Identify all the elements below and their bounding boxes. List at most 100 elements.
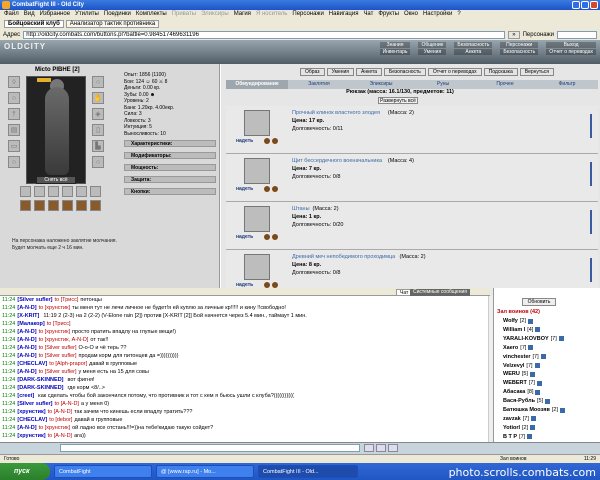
- chat-author[interactable]: [A-N-D]: [17, 344, 36, 352]
- inventory-tab[interactable]: Фильтр: [536, 80, 598, 89]
- menu-item[interactable]: Чат: [363, 10, 373, 19]
- ring2-slot[interactable]: ○: [92, 156, 104, 168]
- armor-slot[interactable]: ▤: [8, 124, 20, 136]
- chat-author[interactable]: [CHECLAV]: [17, 416, 47, 424]
- smiley-icon[interactable]: [376, 444, 386, 452]
- chat-author[interactable]: [DARK-SKINNED]: [17, 376, 63, 384]
- menu-item[interactable]: Поединки: [104, 10, 131, 19]
- chat-author[interactable]: [Silver sufler]: [17, 296, 52, 304]
- user-info-icon[interactable]: [540, 354, 546, 360]
- user-name[interactable]: Вася-Рубль: [503, 397, 535, 405]
- chat-author[interactable]: [DARK-SKINNED]: [17, 384, 63, 392]
- item-name[interactable]: Древний меч непобедимого проходимца: [292, 254, 395, 260]
- scroll-arrow-icon[interactable]: [590, 114, 592, 138]
- user-info-icon[interactable]: [527, 434, 533, 440]
- belt-item-slot[interactable]: [90, 200, 101, 211]
- gloves-slot[interactable]: ✋: [92, 92, 104, 104]
- necklace-slot[interactable]: ○: [8, 92, 20, 104]
- inventory-tab[interactable]: Обмундирование: [226, 80, 288, 89]
- user-info-icon[interactable]: [560, 407, 566, 413]
- user-list-item[interactable]: Xaero [7]: [503, 344, 534, 352]
- user-info-icon[interactable]: [535, 327, 541, 333]
- drop-icon[interactable]: [264, 186, 270, 192]
- user-name[interactable]: Xaero: [503, 344, 518, 352]
- user-name[interactable]: William I: [503, 326, 525, 334]
- top-nav-item[interactable]: Анкета: [454, 49, 493, 55]
- top-nav-item[interactable]: Знания: [379, 42, 411, 48]
- user-list-item[interactable]: B T P [7]: [503, 433, 533, 441]
- browser-tab-club[interactable]: Бойцовский клуб: [4, 20, 64, 28]
- rune-slot[interactable]: [34, 186, 45, 197]
- wear-link[interactable]: надеть: [236, 186, 253, 192]
- user-list-item[interactable]: vinchester [7]: [503, 353, 546, 361]
- wear-link[interactable]: надеть: [236, 234, 253, 240]
- menu-item[interactable]: Вид: [24, 10, 35, 19]
- panel-button[interactable]: Безопасность: [383, 68, 426, 76]
- minimize-button[interactable]: [572, 1, 580, 9]
- start-button[interactable]: пуск: [0, 463, 50, 480]
- user-list-item[interactable]: Velzevyl [7]: [503, 362, 540, 370]
- go-button[interactable]: »: [508, 30, 520, 39]
- chat-author[interactable]: [A-N-D]: [17, 304, 36, 312]
- top-nav-item[interactable]: Выход: [546, 42, 596, 48]
- menu-item[interactable]: Фрукты: [378, 10, 399, 19]
- inventory-tab[interactable]: Руны: [412, 80, 474, 89]
- belt-item-slot[interactable]: [76, 200, 87, 211]
- rune-slot[interactable]: [90, 186, 101, 197]
- chat-author[interactable]: [X-KRIT]: [17, 312, 39, 320]
- user-list-item[interactable]: WEBERT [7]: [503, 379, 542, 387]
- drop-icon[interactable]: [264, 234, 270, 240]
- user-list-item[interactable]: Yotiorl [2]: [503, 424, 536, 432]
- panel-button[interactable]: Отчет о переводах: [427, 68, 482, 76]
- belt-item-slot[interactable]: [48, 200, 59, 211]
- user-info-icon[interactable]: [535, 389, 541, 395]
- menu-item[interactable]: Настройки: [423, 10, 452, 19]
- menu-item[interactable]: Навигация: [329, 10, 359, 19]
- clear-icon[interactable]: [388, 444, 398, 452]
- item-image[interactable]: [244, 206, 270, 232]
- chat-recipient[interactable]: to [A-N-D]: [48, 408, 72, 416]
- user-list-item[interactable]: Батюшка Моозяв [2]: [503, 406, 566, 414]
- belt-item-slot[interactable]: [34, 200, 45, 211]
- chat-author[interactable]: [хрунстик]: [17, 432, 45, 440]
- panel-button[interactable]: Образ: [300, 68, 325, 76]
- menu-item[interactable]: Файл: [4, 10, 19, 19]
- top-nav-item[interactable]: Отчет о переводах: [546, 49, 596, 55]
- user-name[interactable]: zavzak: [503, 415, 521, 423]
- user-list-item[interactable]: Вася-Рубль [5]: [503, 397, 551, 405]
- ring-slot[interactable]: ○: [8, 156, 20, 168]
- chat-recipient[interactable]: to [Silver sufler]: [39, 344, 77, 352]
- chat-recipient[interactable]: to [хрунстик]: [39, 328, 70, 336]
- top-nav-item[interactable]: Инвентарь: [379, 49, 411, 55]
- user-info-icon[interactable]: [529, 371, 535, 377]
- user-name[interactable]: Абасака: [503, 388, 525, 396]
- scroll-arrow-icon[interactable]: [590, 258, 592, 282]
- user-info-icon[interactable]: [530, 416, 536, 422]
- weapon-slot[interactable]: †: [8, 108, 20, 120]
- stat-section[interactable]: Мощность:: [124, 164, 216, 171]
- stat-section[interactable]: Характеристики:: [124, 140, 216, 147]
- user-name[interactable]: YARALI-KOVBOY: [503, 335, 549, 343]
- menu-item[interactable]: Персонажи: [292, 10, 323, 19]
- menu-item[interactable]: Я носитель: [256, 10, 287, 19]
- chat-recipient[interactable]: to [хрунстик]: [39, 424, 70, 432]
- chat-recipient[interactable]: to [Трисс]: [55, 296, 79, 304]
- panel-button[interactable]: Вернуться: [519, 68, 555, 76]
- user-info-icon[interactable]: [530, 425, 536, 431]
- menu-item[interactable]: Утилиты: [75, 10, 99, 19]
- user-name[interactable]: Yotiorl: [503, 424, 520, 432]
- chat-input[interactable]: [60, 444, 360, 452]
- expand-all-button[interactable]: Развернуть всё: [378, 97, 418, 104]
- taskbar-item[interactable]: CombatFight III - Old...: [258, 465, 358, 478]
- chat-recipient[interactable]: to [Трисс]: [47, 320, 71, 328]
- item-image[interactable]: [244, 110, 270, 136]
- browser-tab-analyzer[interactable]: Анализатор тактик противника: [65, 20, 160, 28]
- chat-recipient[interactable]: to [Alph-prapor]: [49, 360, 87, 368]
- menu-item[interactable]: Магия: [234, 10, 251, 19]
- chat-author[interactable]: [A-N-D]: [17, 336, 36, 344]
- belt-item-slot[interactable]: [20, 200, 31, 211]
- item-name[interactable]: Щит бессердечного военачальника: [292, 158, 382, 164]
- chat-recipient[interactable]: to [хрунстик]: [39, 304, 70, 312]
- user-list-item[interactable]: zavzak [7]: [503, 415, 536, 423]
- panel-button[interactable]: Анкета: [356, 68, 382, 76]
